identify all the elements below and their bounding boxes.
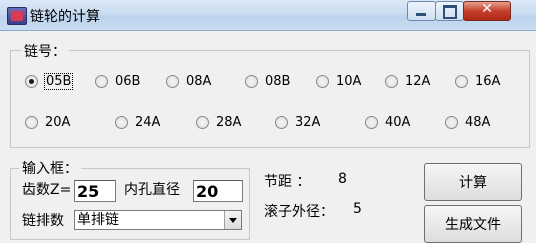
teeth-input[interactable]: 25 (74, 180, 116, 202)
chain-number-legend: 链号： (21, 41, 69, 61)
close-icon: ✕ (481, 1, 493, 17)
radio-28a[interactable]: 28A (196, 113, 241, 131)
pitch-label: 节距 ： (264, 174, 311, 190)
app-icon (7, 7, 27, 25)
radio-10a[interactable]: 10A (316, 72, 361, 90)
input-group-legend: 输入框： (19, 158, 81, 178)
maximize-icon (443, 5, 457, 19)
radio-48a[interactable]: 48A (445, 113, 490, 131)
maximize-button[interactable] (435, 1, 464, 21)
radio-label: 32A (295, 114, 321, 130)
radio-08b[interactable]: 08B (245, 72, 290, 90)
radio-label: 10A (336, 73, 362, 89)
radio-label: 48A (465, 114, 491, 130)
radio-circle[interactable] (95, 74, 108, 88)
title-bar[interactable]: 链轮的计算 ✕ (0, 0, 536, 31)
radio-circle[interactable] (365, 115, 378, 129)
radio-circle[interactable] (445, 115, 458, 129)
window-title: 链轮的计算 (30, 9, 100, 25)
close-button[interactable]: ✕ (463, 1, 511, 21)
radio-label: 08B (265, 73, 291, 89)
roller-diameter-label: 滚子外径： (264, 204, 334, 220)
radio-label: 08A (186, 73, 212, 89)
radio-24a[interactable]: 24A (115, 113, 160, 131)
radio-16a[interactable]: 16A (455, 72, 500, 90)
chain-rows-label: 链排数 (22, 213, 64, 229)
chain-rows-value: 单排链 (77, 212, 119, 228)
radio-40a[interactable]: 40A (365, 113, 410, 131)
radio-circle[interactable] (196, 115, 209, 129)
radio-05b[interactable]: 05B (25, 72, 74, 90)
radio-06b[interactable]: 06B (95, 72, 140, 90)
roller-diameter-value: 5 (353, 201, 362, 217)
radio-20a[interactable]: 20A (25, 113, 70, 131)
radio-label: 40A (385, 114, 411, 130)
radio-label: 12A (405, 73, 431, 89)
generate-file-button[interactable]: 生成文件 (424, 205, 522, 243)
minimize-button[interactable] (407, 1, 436, 21)
bore-diameter-label: 内孔直径 (124, 182, 180, 198)
radio-circle[interactable] (275, 115, 288, 129)
radio-label: 28A (216, 114, 242, 130)
chevron-down-icon[interactable] (224, 211, 241, 229)
radio-label: 05B (43, 72, 74, 90)
radio-circle[interactable] (455, 74, 468, 88)
radio-circle[interactable] (245, 74, 258, 88)
pitch-value: 8 (338, 171, 347, 187)
bore-diameter-input[interactable]: 20 (193, 180, 243, 202)
chain-number-group: 链号： 05B 06B 08A 08B 10A 12A 16A 20A 24A … (10, 41, 530, 148)
radio-circle[interactable] (115, 115, 128, 129)
radio-label: 16A (475, 73, 501, 89)
radio-label: 06B (115, 73, 141, 89)
radio-12a[interactable]: 12A (385, 72, 430, 90)
radio-circle[interactable] (385, 74, 398, 88)
radio-circle[interactable] (166, 74, 179, 88)
radio-circle[interactable] (316, 74, 329, 88)
minimize-icon (416, 13, 426, 16)
radio-32a[interactable]: 32A (275, 113, 320, 131)
radio-circle[interactable] (25, 115, 38, 129)
radio-circle[interactable] (25, 74, 38, 88)
calculate-button[interactable]: 计算 (424, 163, 522, 201)
radio-label: 20A (45, 114, 71, 130)
radio-08a[interactable]: 08A (166, 72, 211, 90)
radio-label: 24A (135, 114, 161, 130)
teeth-label: 齿数Z= (22, 182, 72, 198)
chain-rows-select[interactable]: 单排链 (74, 210, 242, 230)
